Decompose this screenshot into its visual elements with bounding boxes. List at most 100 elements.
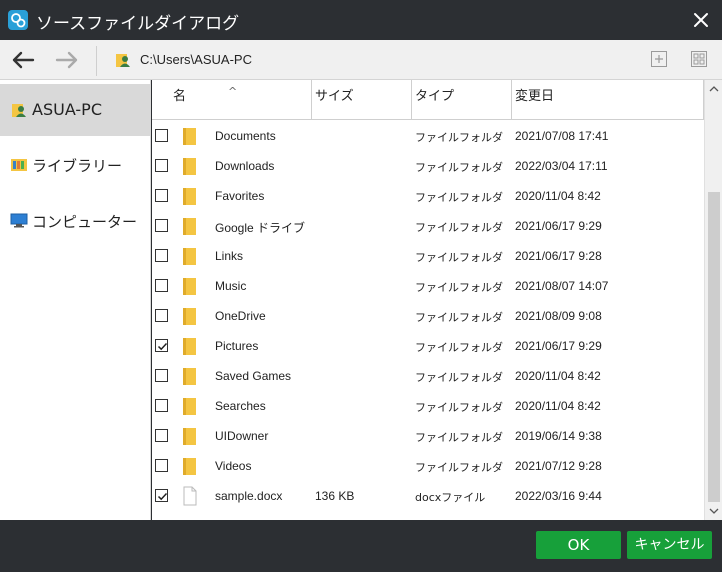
- table-row[interactable]: Searches ファイルフォルダ 2020/11/04 8:42: [152, 391, 704, 421]
- file-type: docxファイル: [415, 491, 486, 504]
- computer-icon: [10, 211, 28, 229]
- checkbox[interactable]: [155, 459, 168, 472]
- table-row[interactable]: Downloads ファイルフォルダ 2022/03/04 17:11: [152, 151, 704, 181]
- sidebar-item-label: コンピューター: [32, 213, 138, 231]
- dialog-footer: OK キャンセル: [0, 520, 722, 572]
- file-type: ファイルフォルダ: [415, 251, 503, 264]
- checkbox[interactable]: [155, 429, 168, 442]
- checkbox[interactable]: [155, 219, 168, 232]
- add-folder-icon[interactable]: [650, 50, 668, 68]
- file-modified: 2021/08/09 9:08: [515, 309, 602, 323]
- scroll-down-icon[interactable]: [705, 502, 722, 520]
- file-name: Pictures: [215, 339, 259, 353]
- scroll-thumb[interactable]: [708, 192, 720, 502]
- file-rows: Documents ファイルフォルダ 2021/07/08 17:41 Downloa…: [152, 120, 704, 520]
- folder-icon: [182, 276, 198, 296]
- folder-icon: [182, 366, 198, 386]
- sidebar-item-asua-pc[interactable]: ASUA-PC: [0, 84, 151, 136]
- grid-view-icon[interactable]: [690, 50, 708, 68]
- file-modified: 2022/03/04 17:11: [515, 159, 608, 173]
- file-modified: 2021/08/07 14:07: [515, 279, 609, 293]
- checkbox-checked[interactable]: [155, 489, 168, 502]
- path-breadcrumb[interactable]: C:\Users\ASUA-PC: [140, 52, 252, 67]
- library-icon: [10, 155, 28, 173]
- file-type: ファイルフォルダ: [415, 341, 503, 354]
- user-folder-icon: [10, 101, 28, 119]
- file-type: ファイルフォルダ: [415, 461, 503, 474]
- back-arrow-icon[interactable]: [10, 48, 36, 72]
- column-header-name[interactable]: ^ 名: [152, 80, 312, 120]
- column-header-size[interactable]: サイズ: [312, 80, 412, 120]
- file-type: ファイルフォルダ: [415, 221, 503, 234]
- sidebar-item-library[interactable]: ライブラリー: [0, 138, 151, 190]
- table-row[interactable]: Documents ファイルフォルダ 2021/07/08 17:41: [152, 121, 704, 151]
- table-row[interactable]: Saved Games ファイルフォルダ 2020/11/04 8:42: [152, 361, 704, 391]
- folder-icon: [182, 336, 198, 356]
- forward-arrow-icon[interactable]: [54, 48, 80, 72]
- file-modified: 2021/06/17 9:28: [515, 249, 602, 263]
- file-modified: 2022/03/16 9:44: [515, 489, 602, 503]
- file-modified: 2021/06/17 9:29: [515, 219, 602, 233]
- file-type: ファイルフォルダ: [415, 131, 503, 144]
- cancel-button[interactable]: キャンセル: [627, 531, 712, 559]
- file-type: ファイルフォルダ: [415, 281, 503, 294]
- table-row[interactable]: Links ファイルフォルダ 2021/06/17 9:28: [152, 241, 704, 271]
- file-type: ファイルフォルダ: [415, 161, 503, 174]
- folder-icon: [182, 306, 198, 326]
- checkbox[interactable]: [155, 249, 168, 262]
- toolbar: C:\Users\ASUA-PC: [0, 40, 722, 80]
- file-modified: 2021/06/17 9:29: [515, 339, 602, 353]
- table-row[interactable]: UIDowner ファイルフォルダ 2019/06/14 9:38: [152, 421, 704, 451]
- file-type: ファイルフォルダ: [415, 371, 503, 384]
- folder-icon: [182, 156, 198, 176]
- checkbox[interactable]: [155, 369, 168, 382]
- table-row[interactable]: Pictures ファイルフォルダ 2021/06/17 9:29: [152, 331, 704, 361]
- user-folder-icon: [114, 51, 132, 69]
- file-name: Saved Games: [215, 369, 292, 383]
- table-row[interactable]: Favorites ファイルフォルダ 2020/11/04 8:42: [152, 181, 704, 211]
- checkbox[interactable]: [155, 129, 168, 142]
- table-row[interactable]: OneDrive ファイルフォルダ 2021/08/09 9:08: [152, 301, 704, 331]
- close-icon[interactable]: [690, 9, 712, 31]
- column-header-modified[interactable]: 変更日: [512, 80, 704, 120]
- file-name: Favorites: [215, 189, 265, 203]
- sidebar-item-computer[interactable]: コンピューター: [0, 194, 151, 246]
- title-bar: ソースファイルダイアログ: [0, 0, 722, 40]
- folder-icon: [182, 456, 198, 476]
- file-size: 136 KB: [315, 489, 355, 503]
- folder-icon: [182, 216, 198, 236]
- checkbox[interactable]: [155, 309, 168, 322]
- sidebar: ASUA-PC ライブラリー コンピューター: [0, 80, 151, 520]
- checkbox[interactable]: [155, 159, 168, 172]
- sort-ascending-icon: ^: [228, 85, 238, 98]
- table-row[interactable]: Videos ファイルフォルダ 2021/07/12 9:28: [152, 451, 704, 481]
- table-row[interactable]: sample.docx 136 KB docxファイル 2022/03/16 9:44: [152, 481, 704, 511]
- vertical-scrollbar[interactable]: [704, 80, 722, 520]
- document-icon: [182, 486, 198, 506]
- sidebar-item-label: ASUA-PC: [32, 100, 102, 119]
- folder-icon: [182, 396, 198, 416]
- file-name: Music: [215, 279, 247, 293]
- file-type: ファイルフォルダ: [415, 311, 503, 324]
- file-name: Downloads: [215, 159, 275, 173]
- column-header: ^ 名 サイズ タイプ 変更日: [152, 80, 704, 120]
- table-row[interactable]: Music ファイルフォルダ 2021/08/07 14:07: [152, 271, 704, 301]
- file-name: Documents: [215, 129, 276, 143]
- file-modified: 2021/07/08 17:41: [515, 129, 609, 143]
- file-name: Links: [215, 249, 244, 263]
- checkbox[interactable]: [155, 399, 168, 412]
- folder-icon: [182, 246, 198, 266]
- file-list: ^ 名 サイズ タイプ 変更日 Documents ファイルフォルダ 2021/07…: [152, 80, 722, 520]
- folder-icon: [182, 426, 198, 446]
- checkbox[interactable]: [155, 189, 168, 202]
- scroll-up-icon[interactable]: [705, 80, 722, 98]
- column-header-type[interactable]: タイプ: [412, 80, 512, 120]
- file-name: Searches: [215, 399, 266, 413]
- file-name: Google ドライブ: [215, 221, 306, 235]
- checkbox[interactable]: [155, 279, 168, 292]
- table-row[interactable]: Google ドライブ ファイルフォルダ 2021/06/17 9:29: [152, 211, 704, 241]
- folder-icon: [182, 126, 198, 146]
- ok-button[interactable]: OK: [536, 531, 621, 559]
- checkbox-checked[interactable]: [155, 339, 168, 352]
- file-modified: 2020/11/04 8:42: [515, 369, 601, 383]
